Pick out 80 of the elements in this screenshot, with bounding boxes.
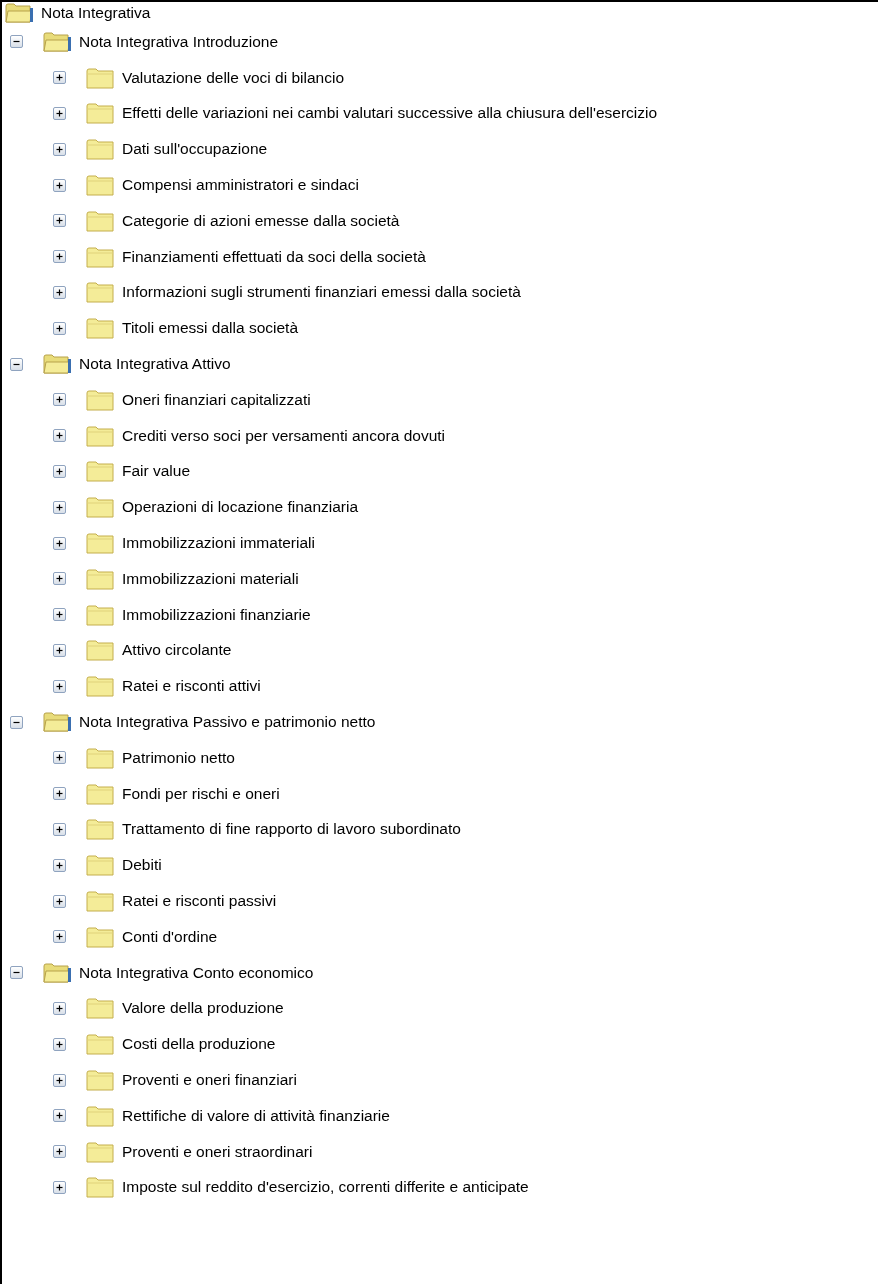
expand-button[interactable] <box>53 1001 66 1015</box>
collapse-button[interactable] <box>10 966 23 980</box>
tree-item[interactable]: Patrimonio netto <box>121 748 236 767</box>
plus-icon <box>54 430 65 442</box>
expand-button[interactable] <box>53 894 66 908</box>
tree-item[interactable]: Effetti delle variazioni nei cambi valutari successive alla chiusura dell'esercizio <box>121 104 659 123</box>
expand-button[interactable] <box>53 822 66 836</box>
tree-item[interactable]: Costi della produzione <box>121 1035 277 1054</box>
tree-item[interactable]: Fair value <box>121 462 192 481</box>
tree-item[interactable]: Proventi e oneri straordinari <box>121 1142 314 1161</box>
plus-icon <box>54 215 65 227</box>
tree-item[interactable]: Trattamento di fine rapporto di lavoro subordinato <box>121 820 462 839</box>
expand-button[interactable] <box>53 572 66 586</box>
expand-button[interactable] <box>53 393 66 407</box>
expand-button[interactable] <box>53 1109 66 1123</box>
expand-button[interactable] <box>53 787 66 801</box>
tree-item[interactable]: Titoli emessi dalla società <box>121 319 300 338</box>
plus-icon <box>54 251 65 263</box>
plus-icon <box>54 108 65 119</box>
tree-item[interactable]: Attivo circolante <box>121 641 233 660</box>
tree-item[interactable]: Informazioni sugli strumenti finanziari emessi dalla società <box>121 283 522 302</box>
plus-icon <box>54 788 65 800</box>
plus-icon <box>54 394 65 406</box>
expand-button[interactable] <box>53 1037 66 1051</box>
expand-button[interactable] <box>53 858 66 872</box>
plus-icon <box>54 1146 65 1158</box>
expand-button[interactable] <box>53 1073 66 1087</box>
plus-icon <box>54 931 65 943</box>
tree-item[interactable]: Fondi per rischi e oneri <box>121 784 281 803</box>
tree-item[interactable]: Oneri finanziari capitalizzati <box>121 390 312 409</box>
expand-button[interactable] <box>53 536 66 550</box>
plus-icon <box>54 752 65 764</box>
tree-item[interactable]: Nota Integrativa <box>40 4 152 22</box>
tree-item[interactable]: Ratei e risconti attivi <box>121 677 262 696</box>
plus-icon <box>54 72 65 84</box>
plus-icon <box>54 573 65 585</box>
expand-button[interactable] <box>53 71 66 85</box>
expand-button[interactable] <box>53 1145 66 1159</box>
expand-button[interactable] <box>53 321 66 335</box>
tree-item[interactable]: Imposte sul reddito d'esercizio, correnti differite e anticipate <box>121 1178 530 1197</box>
expand-button[interactable] <box>53 107 66 120</box>
tree-item[interactable]: Debiti <box>121 856 163 875</box>
tree-item[interactable]: Nota Integrativa Passivo e patrimonio netto <box>78 713 377 732</box>
tree-item[interactable]: Categorie di azioni emesse dalla società <box>121 211 401 230</box>
expand-button[interactable] <box>53 643 66 657</box>
collapse-button[interactable] <box>10 357 23 371</box>
expand-button[interactable] <box>53 751 66 765</box>
tree-item[interactable]: Nota Integrativa Conto economico <box>78 963 315 982</box>
tree-item[interactable]: Conti d'ordine <box>121 927 219 946</box>
tree-item[interactable]: Valutazione delle voci di bilancio <box>121 68 346 87</box>
expand-button[interactable] <box>53 250 66 264</box>
expand-button[interactable] <box>53 285 66 299</box>
tree-item[interactable]: Immobilizzazioni finanziarie <box>121 605 312 624</box>
plus-icon <box>54 1110 65 1122</box>
tree-item[interactable]: Crediti verso soci per versamenti ancora dovuti <box>121 426 447 445</box>
expand-button[interactable] <box>53 429 66 443</box>
expand-button[interactable] <box>53 1180 66 1194</box>
tree-item[interactable]: Nota Integrativa Attivo <box>78 355 232 374</box>
expand-button[interactable] <box>53 214 66 228</box>
tree-item[interactable]: Finanziamenti effettuati da soci della società <box>121 247 427 266</box>
expand-button[interactable] <box>53 142 66 156</box>
tree-item[interactable]: Immobilizzazioni materiali <box>121 569 300 588</box>
tree-item[interactable]: Rettifiche di valore di attività finanziarie <box>121 1106 391 1125</box>
collapse-button[interactable] <box>10 35 23 49</box>
expand-button[interactable] <box>53 464 66 478</box>
tree-item[interactable]: Operazioni di locazione finanziaria <box>121 498 360 517</box>
expand-button[interactable] <box>53 679 66 693</box>
collapse-button[interactable] <box>10 715 23 729</box>
expand-button[interactable] <box>53 500 66 514</box>
tree-item[interactable]: Valore della produzione <box>121 999 285 1018</box>
expand-button[interactable] <box>53 930 66 944</box>
expand-button[interactable] <box>53 178 66 192</box>
expand-button[interactable] <box>53 608 66 622</box>
tree-item[interactable]: Dati sull'occupazione <box>121 140 269 159</box>
plus-icon <box>54 609 65 621</box>
tree-item[interactable]: Compensi amministratori e sindaci <box>121 176 360 195</box>
tree-item[interactable]: Proventi e oneri finanziari <box>121 1071 298 1089</box>
tree-item[interactable]: Nota Integrativa Introduzione <box>78 32 280 51</box>
tree-item[interactable]: Immobilizzazioni immateriali <box>121 534 316 553</box>
tree-item[interactable]: Ratei e risconti passivi <box>121 892 278 910</box>
